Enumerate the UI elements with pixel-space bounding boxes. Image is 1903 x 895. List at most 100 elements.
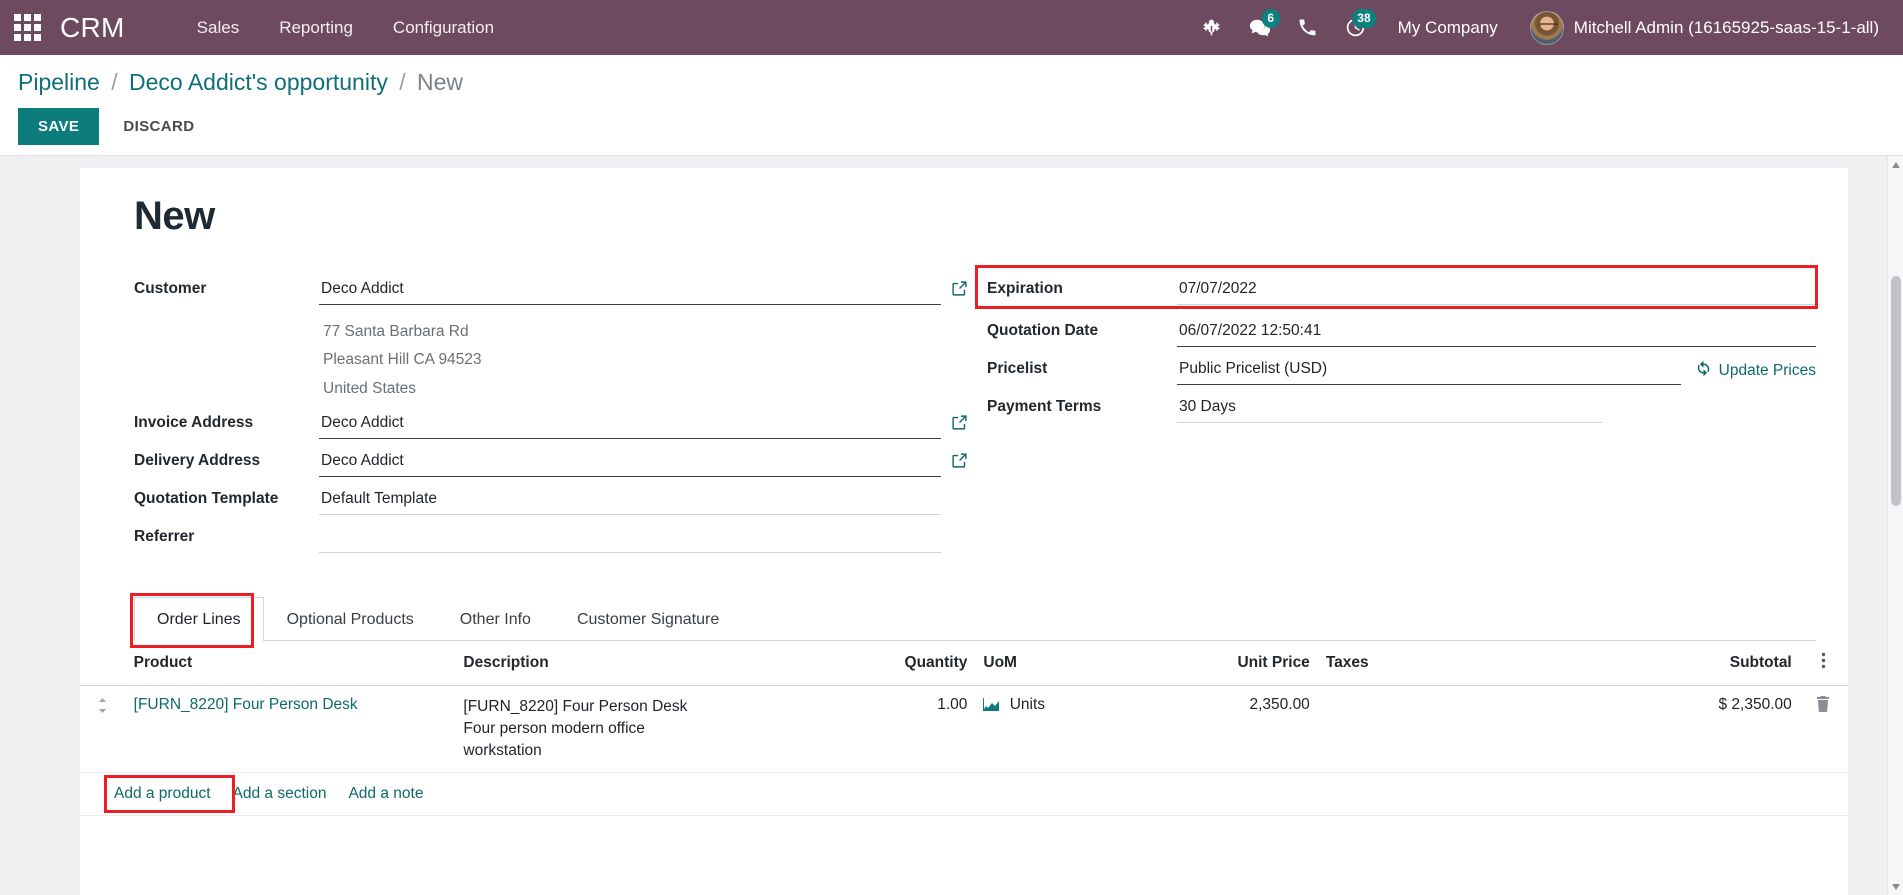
column-options-icon[interactable] [1799,641,1848,687]
table-row[interactable]: [FURN_8220] Four Person Desk [FURN_8220]… [80,685,1848,774]
vertical-scrollbar[interactable] [1887,156,1903,895]
order-lines-body: [FURN_8220] Four Person Desk [FURN_8220]… [80,685,1848,817]
form-column-right: Expiration 07/07/2022 Quotation Date 06/… [975,265,1818,559]
order-lines-table: Product Description Quantity UoM Unit Pr… [80,641,1848,817]
app-brand-crm[interactable]: CRM [60,12,125,44]
update-prices-label: Update Prices [1718,362,1816,379]
menu-item-configuration[interactable]: Configuration [373,12,514,44]
address-line-street: 77 Santa Barbara Rd [323,323,469,340]
activities-badge: 38 [1352,8,1376,28]
cell-uom[interactable]: Units [975,685,1128,774]
update-prices-button[interactable]: Update Prices [1681,353,1816,382]
trash-icon[interactable] [1808,696,1830,716]
pricelist-input[interactable]: Public Pricelist (USD) [1177,353,1681,385]
col-handle [80,641,126,687]
col-product[interactable]: Product [125,641,456,687]
quotation-template-spacer [941,483,975,490]
col-taxes[interactable]: Taxes [1317,641,1610,687]
add-a-product-button[interactable]: Add a product [110,783,215,805]
apps-grid-icon[interactable] [10,11,44,45]
field-label-quotation-template: Quotation Template [134,490,279,508]
form-column-left: Customer Deco Addict 77 Santa Barbara Rd… [134,273,975,559]
breadcrumb-item-pipeline[interactable]: Pipeline [18,69,100,95]
bug-icon[interactable] [1190,8,1234,48]
payment-terms-input[interactable]: 30 Days [1177,391,1602,423]
page-title: New [134,194,215,238]
col-subtotal[interactable]: Subtotal [1609,641,1800,687]
cell-description[interactable]: [FURN_8220] Four Person Desk Four person… [455,685,836,774]
order-lines-header: Product Description Quantity UoM Unit Pr… [80,641,1848,687]
tab-order-lines[interactable]: Order Lines [134,597,264,642]
open-delivery-address-external-link-icon[interactable] [941,445,975,469]
col-description[interactable]: Description [455,641,836,687]
messages-icon[interactable]: 6 [1238,8,1282,48]
add-a-note-button[interactable]: Add a note [344,783,427,805]
field-label-expiration: Expiration [987,280,1063,297]
quotation-template-input[interactable]: Default Template [319,483,941,516]
add-a-section-button[interactable]: Add a section [229,783,331,805]
field-payment-terms: Payment Terms 30 Days [987,391,1816,425]
address-line-country: United States [323,379,417,397]
top-navbar: CRM Sales Reporting Configuration 6 38 M… [0,0,1903,55]
product-link[interactable]: [FURN_8220] Four Person Desk [134,696,358,713]
field-label-invoice-address: Invoice Address [134,414,254,432]
refresh-icon [1695,360,1712,382]
referrer-spacer [941,521,975,528]
field-customer-address: 77 Santa Barbara Rd Pleasant Hill CA 945… [134,311,975,403]
scroll-up-arrow-icon[interactable] [1892,162,1900,168]
menu-item-reporting[interactable]: Reporting [259,12,373,44]
address-line-city: Pleasant Hill CA 94523 [323,351,482,369]
referrer-input[interactable] [319,521,941,554]
add-line-row: Add a product Add a section Add a note [80,772,1848,817]
cell-product[interactable]: [FURN_8220] Four Person Desk [125,685,456,774]
invoice-address-input[interactable]: Deco Addict [319,407,941,440]
add-line-cell: Add a product Add a section Add a note [80,772,1848,817]
phone-icon[interactable] [1286,8,1330,48]
form-action-buttons: SAVE DISCARD [18,108,1903,145]
user-name-label: Mitchell Admin (16165925-saas-15-1-all) [1573,17,1879,37]
col-quantity[interactable]: Quantity [835,641,976,687]
col-uom[interactable]: UoM [975,641,1128,687]
open-customer-external-link-icon[interactable] [941,273,975,297]
breadcrumb-item-opportunity[interactable]: Deco Addict's opportunity [129,69,388,95]
quotation-date-input[interactable]: 06/07/2022 12:50:41 [1177,315,1816,347]
user-menu[interactable]: Mitchell Admin (16165925-saas-15-1-all) [1518,7,1885,49]
main-menu: Sales Reporting Configuration [177,12,514,44]
cell-taxes[interactable] [1317,685,1610,774]
description-line-3: workstation [463,742,542,760]
table-header-row: Product Description Quantity UoM Unit Pr… [80,641,1848,687]
customer-input[interactable]: Deco Addict [319,273,941,305]
cell-quantity[interactable]: 1.00 [835,685,976,774]
field-label-referrer: Referrer [134,528,195,546]
delete-line-button[interactable] [1799,685,1848,774]
uom-label: Units [1009,696,1046,714]
breadcrumb-separator-2: / [399,69,406,95]
activities-clock-icon[interactable]: 38 [1334,8,1378,48]
expiration-input[interactable]: 07/07/2022 [1177,273,1816,305]
tab-optional-products[interactable]: Optional Products [264,597,437,641]
field-label-spacer [134,311,319,318]
open-invoice-address-external-link-icon[interactable] [941,407,975,431]
record-sheet: New Customer Deco Addict 77 Santa Barbar… [80,168,1848,895]
avatar [1529,10,1564,45]
notebook-tabs: Order Lines Optional Products Other Info… [130,593,1816,649]
breadcrumb: Pipeline / Deco Addict's opportunity / N… [18,69,1903,96]
tab-customer-signature[interactable]: Customer Signature [554,597,742,641]
company-switcher[interactable]: My Company [1382,12,1514,44]
cell-unit-price[interactable]: 2,350.00 [1127,685,1318,774]
field-label-delivery-address: Delivery Address [134,452,261,470]
drag-handle-icon[interactable] [80,685,126,774]
discard-button[interactable]: DISCARD [107,108,210,145]
tab-other-info[interactable]: Other Info [437,597,554,641]
forecast-icon[interactable] [983,698,1000,717]
address-spacer [941,311,975,318]
customer-address-block: 77 Santa Barbara Rd Pleasant Hill CA 945… [319,311,941,403]
scrollbar-thumb[interactable] [1891,276,1901,506]
control-panel: Pipeline / Deco Addict's opportunity / N… [0,55,1903,156]
col-unit-price[interactable]: Unit Price [1127,641,1318,687]
save-button[interactable]: SAVE [18,108,100,145]
menu-item-sales[interactable]: Sales [177,12,260,44]
form-fields-grid: Customer Deco Addict 77 Santa Barbara Rd… [112,265,1818,559]
scroll-down-arrow-icon[interactable] [1892,884,1900,890]
delivery-address-input[interactable]: Deco Addict [319,445,941,478]
